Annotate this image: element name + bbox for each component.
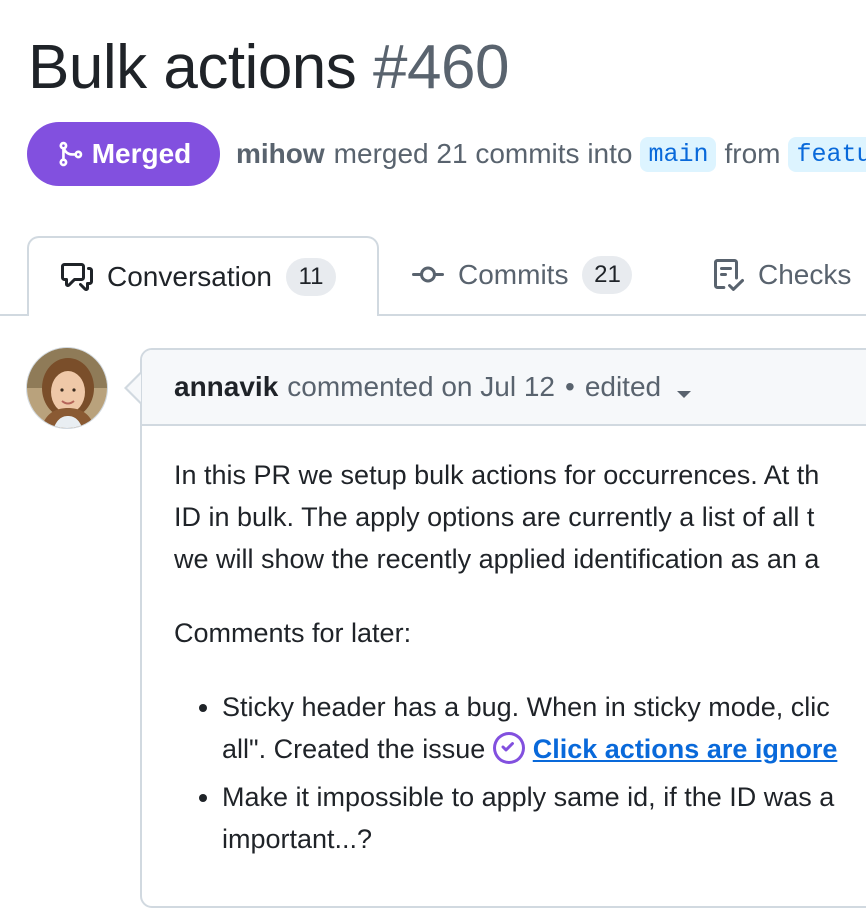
comment-card: annavik commented on Jul 12 • edited In … bbox=[140, 348, 866, 908]
separator-dot: • bbox=[565, 371, 575, 402]
base-branch[interactable]: main bbox=[640, 136, 717, 172]
comment-discussion-icon bbox=[61, 263, 93, 291]
pr-title: Bulk actions #460 bbox=[28, 30, 509, 106]
avatar-image bbox=[27, 348, 107, 428]
merge-text: merged 21 commits into bbox=[333, 138, 633, 169]
triangle-down-icon bbox=[677, 391, 692, 398]
body-paragraph: In this PR we setup bulk actions for occ… bbox=[174, 454, 866, 580]
from-text: from bbox=[724, 138, 781, 169]
merged-state-badge: Merged bbox=[27, 122, 220, 186]
pr-title-text: Bulk actions bbox=[28, 33, 357, 102]
merger-username[interactable]: mihow bbox=[236, 138, 325, 170]
tab-checks[interactable]: Checks bbox=[712, 236, 851, 314]
comment-body: In this PR we setup bulk actions for occ… bbox=[142, 426, 866, 860]
tab-conversation-label: Conversation bbox=[107, 261, 272, 292]
list-item: Make it impossible to apply same id, if … bbox=[222, 776, 866, 860]
bullet-2-line-1: Make it impossible to apply same id, if … bbox=[222, 782, 835, 812]
issue-closed-icon bbox=[492, 732, 525, 764]
checklist-icon bbox=[714, 259, 744, 291]
comment-action[interactable]: commented on Jul 12 bbox=[287, 371, 555, 403]
avatar[interactable] bbox=[26, 347, 108, 429]
state-label: Merged bbox=[91, 138, 192, 169]
git-commit-icon bbox=[412, 266, 444, 283]
bullet-1-line-1: Sticky header has a bug. When in sticky … bbox=[222, 692, 830, 722]
body-line-1: In this PR we setup bulk actions for occ… bbox=[174, 460, 820, 490]
tab-commits[interactable]: Commits 21 bbox=[412, 236, 633, 314]
body-line-3: we will show the recently applied identi… bbox=[174, 544, 820, 574]
comment-author[interactable]: annavik bbox=[174, 371, 278, 403]
edited-label: edited bbox=[584, 371, 662, 402]
todo-list: Sticky header has a bug. When in sticky … bbox=[174, 686, 866, 860]
bullet-1-line-2: all". Created the issue bbox=[222, 734, 486, 764]
git-merge-icon bbox=[59, 141, 82, 167]
comment-header: annavik commented on Jul 12 • edited bbox=[142, 350, 866, 426]
tab-conversation[interactable]: Conversation 11 bbox=[27, 236, 379, 316]
tab-checks-label: Checks bbox=[758, 259, 852, 290]
issue-link[interactable]: Click actions are ignore bbox=[533, 734, 838, 764]
list-item: Sticky header has a bug. When in sticky … bbox=[222, 686, 866, 770]
comments-heading: Comments for later: bbox=[174, 618, 412, 648]
head-branch[interactable]: featu bbox=[788, 136, 866, 172]
body-line-2: ID in bulk. The apply options are curren… bbox=[174, 502, 815, 532]
pr-number: #460 bbox=[373, 33, 509, 102]
comment-pointer-fill bbox=[127, 374, 141, 402]
merge-summary: mihow merged 21 commits into main from f… bbox=[236, 132, 866, 176]
conversation-count-badge: 11 bbox=[285, 258, 336, 296]
commits-count-badge: 21 bbox=[582, 256, 633, 294]
edited-dropdown[interactable]: edited bbox=[584, 371, 692, 403]
tab-commits-label: Commits bbox=[458, 259, 569, 290]
bullet-2-line-2: important...? bbox=[222, 824, 373, 854]
